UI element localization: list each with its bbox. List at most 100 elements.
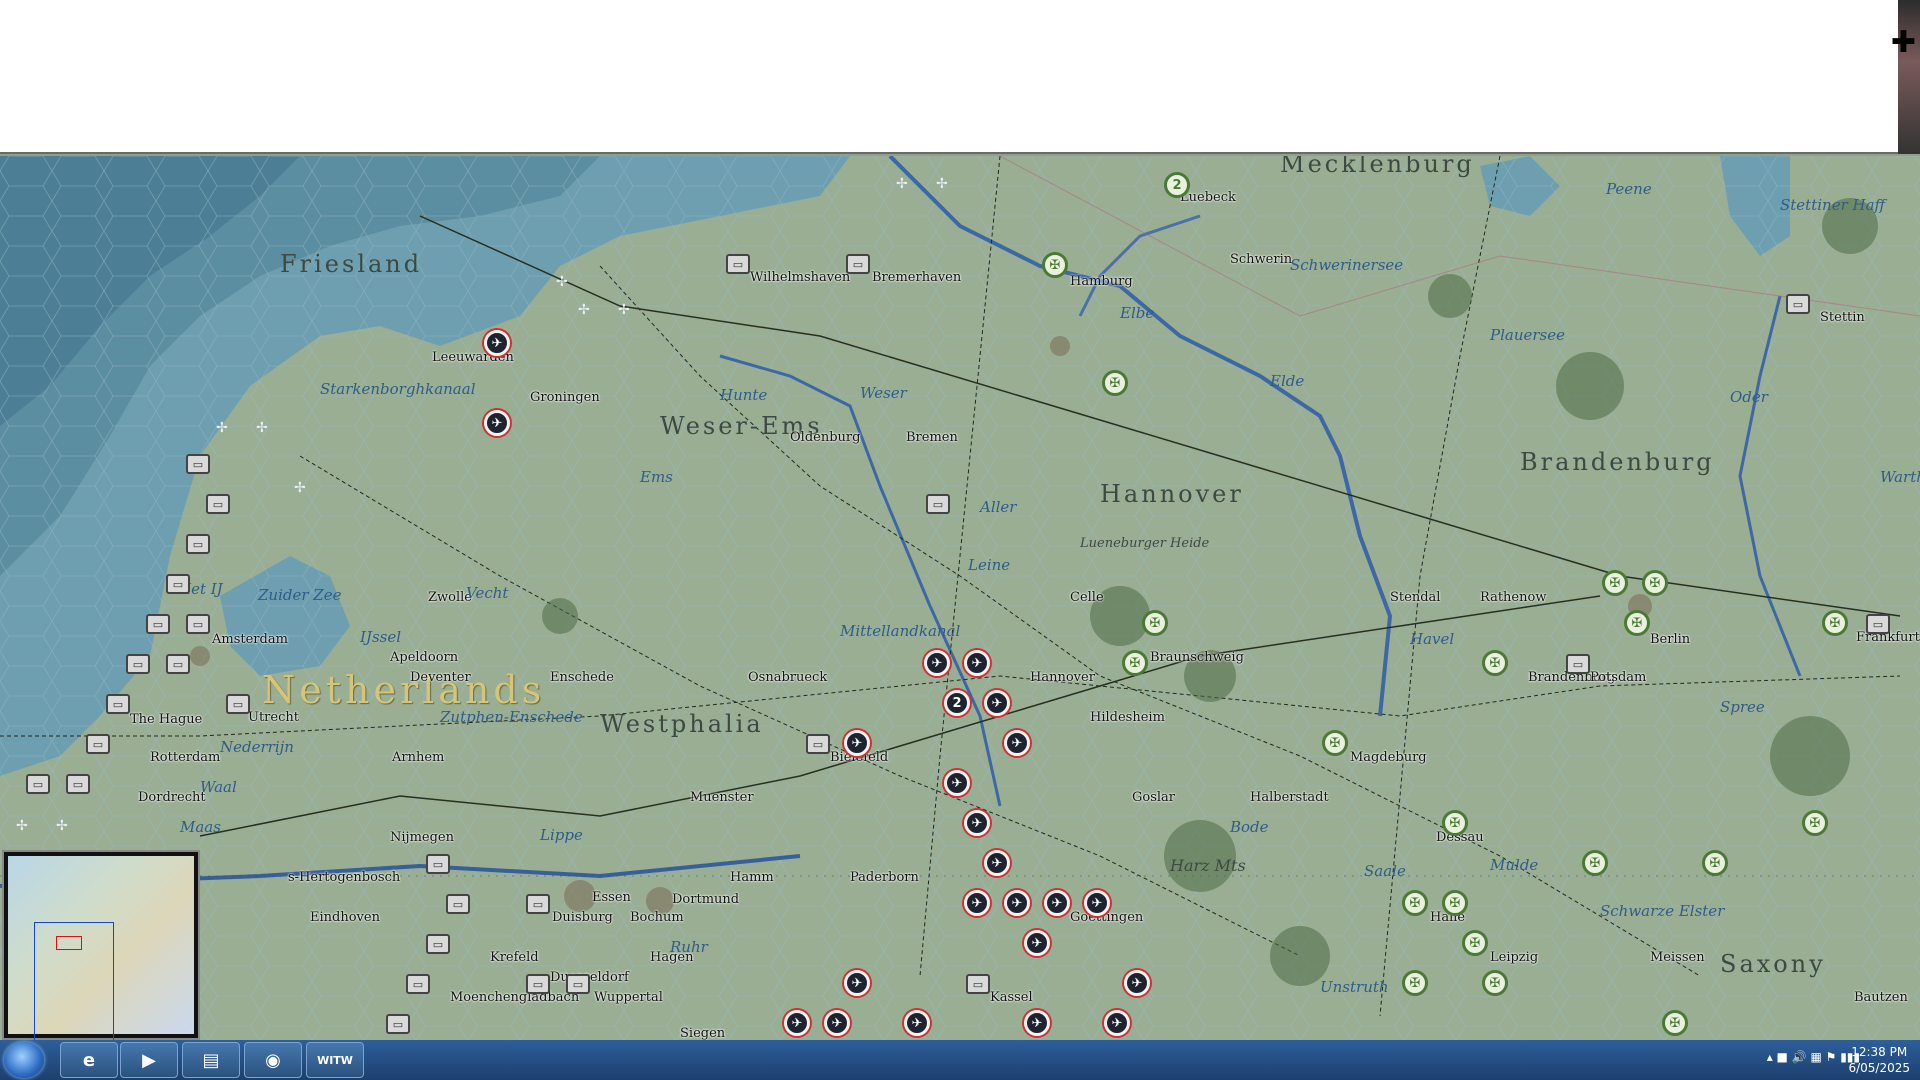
allied-air-unit-counter[interactable]: ✈	[1084, 890, 1110, 916]
clock[interactable]: 12:38 PM 6/05/2025	[1848, 1044, 1910, 1076]
fortification-counter[interactable]: ▭	[966, 974, 990, 994]
german-unit-counter[interactable]: ✠	[1822, 610, 1848, 636]
unit-stack-count: 2	[952, 695, 962, 711]
fortification-counter[interactable]: ▭	[426, 854, 450, 874]
fortification-counter[interactable]: ▭	[206, 494, 230, 514]
city-krefeld: Krefeld	[490, 950, 539, 965]
allied-air-unit-counter[interactable]: ✈	[844, 730, 870, 756]
german-unit-counter[interactable]: ✠	[1122, 650, 1148, 676]
fortification-counter[interactable]: ▭	[26, 774, 50, 794]
allied-air-unit-counter[interactable]: ✈	[844, 970, 870, 996]
fortification-counter[interactable]: ▭	[1786, 294, 1810, 314]
fortification-counter[interactable]: ▭	[426, 934, 450, 954]
airfield-icon: ✢	[556, 274, 568, 290]
start-button[interactable]	[4, 1042, 44, 1078]
german-unit-counter[interactable]: ✠	[1042, 252, 1068, 278]
german-unit-counter[interactable]: ✠	[1582, 850, 1608, 876]
german-unit-counter[interactable]: ✠	[1482, 970, 1508, 996]
german-unit-counter[interactable]: ✠	[1322, 730, 1348, 756]
fortification-counter[interactable]: ▭	[1566, 654, 1590, 674]
system-tray[interactable]: ▴ ■ 🔊 ▦ ⚑ ▮▮▮	[1767, 1050, 1860, 1064]
fortification-counter[interactable]: ▭	[526, 894, 550, 914]
minimap-viewport[interactable]	[56, 936, 82, 950]
allied-air-unit-counter[interactable]: ✈	[484, 410, 510, 436]
crosshair-icon[interactable]: ✚	[1891, 28, 1916, 58]
witw-app-button[interactable]: WITW	[306, 1042, 364, 1078]
fortification-counter[interactable]: ▭	[446, 894, 470, 914]
german-unit-counter[interactable]: ✠	[1642, 570, 1668, 596]
water-stettiner-haff: Stettiner Haff	[1780, 196, 1886, 214]
fortification-counter[interactable]: ▭	[526, 974, 550, 994]
allied-air-unit-counter[interactable]: ✈	[1044, 890, 1070, 916]
german-unit-counter[interactable]: ✠	[1602, 570, 1628, 596]
allied-air-unit-counter[interactable]: ✈	[1004, 730, 1030, 756]
allied-air-unit-counter[interactable]: ✈	[984, 690, 1010, 716]
fortification-counter[interactable]: ▭	[106, 694, 130, 714]
fortification-counter[interactable]: ▭	[406, 974, 430, 994]
fortification-counter[interactable]: ▭	[186, 614, 210, 634]
fortification-counter[interactable]: ▭	[226, 694, 250, 714]
allied-air-unit-counter[interactable]: ✈	[984, 850, 1010, 876]
file-explorer-icon[interactable]: ▤	[182, 1042, 240, 1078]
fortification-counter[interactable]: ▭	[846, 254, 870, 274]
city-potsdam: Potsdam	[1590, 670, 1647, 685]
city-utrecht: Utrecht	[248, 710, 299, 725]
fortification-counter[interactable]: ▭	[86, 734, 110, 754]
allied-air-unit-counter[interactable]: ✈	[904, 1010, 930, 1036]
allied-air-unit-counter[interactable]: ✈	[484, 330, 510, 356]
river-saale: Saale	[1364, 862, 1406, 880]
fortification-counter[interactable]: ▭	[66, 774, 90, 794]
city-stendal: Stendal	[1390, 590, 1441, 605]
city-hildesheim: Hildesheim	[1090, 710, 1165, 725]
fortification-counter[interactable]: ▭	[926, 494, 950, 514]
allied-air-unit-counter[interactable]: ✈	[1004, 890, 1030, 916]
river-unstruth: Unstruth	[1320, 978, 1389, 996]
allied-air-unit-counter[interactable]: ✈	[964, 650, 990, 676]
game-map[interactable]: Friesland Mecklenburg Weser-Ems Hannover…	[0, 156, 1920, 1040]
allied-air-unit-counter[interactable]: ✈	[1104, 1010, 1130, 1036]
fortification-counter[interactable]: ▭	[186, 454, 210, 474]
allied-air-unit-counter[interactable]: ✈	[1024, 1010, 1050, 1036]
german-unit-counter[interactable]: ✠	[1702, 850, 1728, 876]
german-unit-counter[interactable]: ✠	[1102, 370, 1128, 396]
fortification-counter[interactable]: ▭	[806, 734, 830, 754]
region-friesland: Friesland	[280, 250, 423, 278]
city-bremerhaven: Bremerhaven	[872, 270, 962, 285]
city-arnhem: Arnhem	[392, 750, 445, 765]
allied-air-unit-counter[interactable]: ✈	[944, 770, 970, 796]
german-unit-counter[interactable]: ✠	[1482, 650, 1508, 676]
german-unit-counter[interactable]: ✠	[1442, 890, 1468, 916]
fortification-counter[interactable]: ▭	[566, 974, 590, 994]
german-unit-counter[interactable]: ✠	[1402, 890, 1428, 916]
fortification-counter[interactable]: ▭	[386, 1014, 410, 1034]
internet-explorer-icon[interactable]: e	[60, 1042, 118, 1078]
german-unit-counter[interactable]: ✠	[1142, 610, 1168, 636]
fortification-counter[interactable]: ▭	[166, 654, 190, 674]
right-scrollbar[interactable]: ✚	[1891, 0, 1920, 154]
allied-air-unit-counter[interactable]: ✈	[824, 1010, 850, 1036]
fortification-counter[interactable]: ▭	[146, 614, 170, 634]
fortification-counter[interactable]: ▭	[186, 534, 210, 554]
allied-air-unit-counter[interactable]: ✈	[1124, 970, 1150, 996]
minimap[interactable]	[2, 850, 200, 1044]
allied-air-unit-counter[interactable]: ✈	[964, 810, 990, 836]
fortification-counter[interactable]: ▭	[126, 654, 150, 674]
allied-air-unit-counter[interactable]: ✈	[964, 890, 990, 916]
german-unit-counter[interactable]: ✠	[1402, 970, 1428, 996]
german-unit-counter[interactable]: ✠	[1802, 810, 1828, 836]
chrome-icon[interactable]: ◉	[244, 1042, 302, 1078]
german-unit-counter[interactable]: ✠	[1662, 1010, 1688, 1036]
allied-air-unit-counter[interactable]: ✈	[784, 1010, 810, 1036]
allied-air-unit-counter[interactable]: 2	[944, 690, 970, 716]
fortification-counter[interactable]: ▭	[166, 574, 190, 594]
german-unit-counter[interactable]: ✠	[1442, 810, 1468, 836]
german-unit-counter[interactable]: 2	[1164, 172, 1190, 198]
minimap-europe[interactable]	[8, 856, 194, 1044]
media-player-icon[interactable]: ▶	[120, 1042, 178, 1078]
fortification-counter[interactable]: ▭	[726, 254, 750, 274]
allied-air-unit-counter[interactable]: ✈	[1024, 930, 1050, 956]
german-unit-counter[interactable]: ✠	[1624, 610, 1650, 636]
allied-air-unit-counter[interactable]: ✈	[924, 650, 950, 676]
german-unit-counter[interactable]: ✠	[1462, 930, 1488, 956]
fortification-counter[interactable]: ▭	[1866, 614, 1890, 634]
